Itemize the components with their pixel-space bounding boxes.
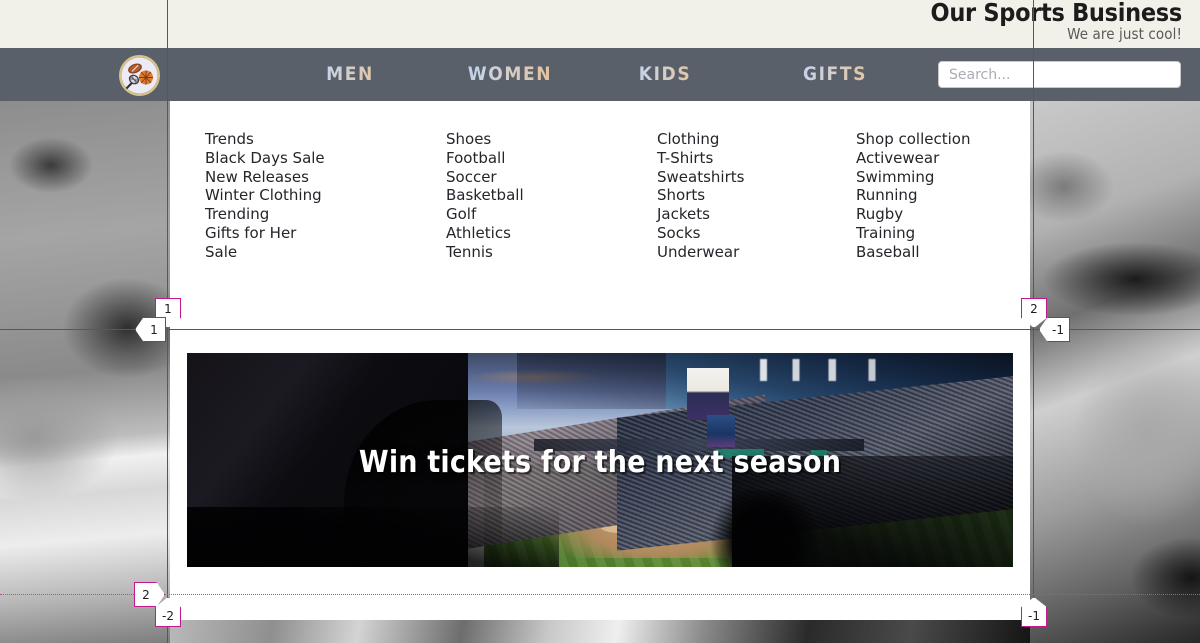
site-tagline: We are just cool! [1067,25,1182,43]
menu-item[interactable]: Soccer [446,168,524,187]
menu-item[interactable]: Shoes [446,130,524,149]
menu-column-4: Shop collection Activewear Swimming Runn… [856,130,970,262]
menu-item[interactable]: Training [856,224,970,243]
top-bar: Our Sports Business We are just cool! [0,0,1200,48]
menu-item[interactable]: Athletics [446,224,524,243]
hero-banner[interactable]: Win tickets for the next season [187,353,1013,567]
menu-item[interactable]: Basketball [446,186,524,205]
menu-item[interactable]: Tennis [446,243,524,262]
menu-column-2: Shoes Football Soccer Basketball Golf At… [446,130,524,262]
background-photo-bottom [170,620,1030,643]
page-root: Our Sports Business We are just cool! ME… [0,0,1200,643]
menu-item[interactable]: Jackets [657,205,744,224]
menu-item[interactable]: Trends [205,130,325,149]
menu-item[interactable]: Clothing [657,130,744,149]
nav-item-kids[interactable]: KIDS [620,48,710,101]
menu-item[interactable]: Winter Clothing [205,186,325,205]
menu-item[interactable]: Activewear [856,149,970,168]
menu-item[interactable]: Swimming [856,168,970,187]
hero-caption: Win tickets for the next season [358,445,842,480]
menu-item[interactable]: Trending [205,205,325,224]
nav-item-women[interactable]: WOMEN [450,48,570,101]
menu-item[interactable]: New Releases [205,168,325,187]
site-title: Our Sports Business [930,0,1183,27]
menu-item[interactable]: Sale [205,243,325,262]
nav-links: MEN WOMEN KIDS GIFTS [170,48,930,101]
menu-column-3: Clothing T-Shirts Sweatshirts Shorts Jac… [657,130,744,262]
menu-item[interactable]: Baseball [856,243,970,262]
menu-item[interactable]: Rugby [856,205,970,224]
menu-item[interactable]: Shop collection [856,130,970,149]
sports-badge-icon[interactable] [119,55,160,96]
menu-item[interactable]: Underwear [657,243,744,262]
menu-column-1: Trends Black Days Sale New Releases Wint… [205,130,325,262]
menu-item[interactable]: Socks [657,224,744,243]
search-input[interactable] [938,61,1181,88]
menu-item[interactable]: Golf [446,205,524,224]
menu-item[interactable]: T-Shirts [657,149,744,168]
nav-item-gifts[interactable]: GIFTS [780,48,890,101]
brand: Our Sports Business We are just cool! [930,0,1183,43]
menu-item[interactable]: Shorts [657,186,744,205]
menu-item[interactable]: Sweatshirts [657,168,744,187]
menu-item[interactable]: Black Days Sale [205,149,325,168]
nav-item-men[interactable]: MEN [300,48,400,101]
menu-item[interactable]: Running [856,186,970,205]
menu-item[interactable]: Football [446,149,524,168]
menu-item[interactable]: Gifts for Her [205,224,325,243]
